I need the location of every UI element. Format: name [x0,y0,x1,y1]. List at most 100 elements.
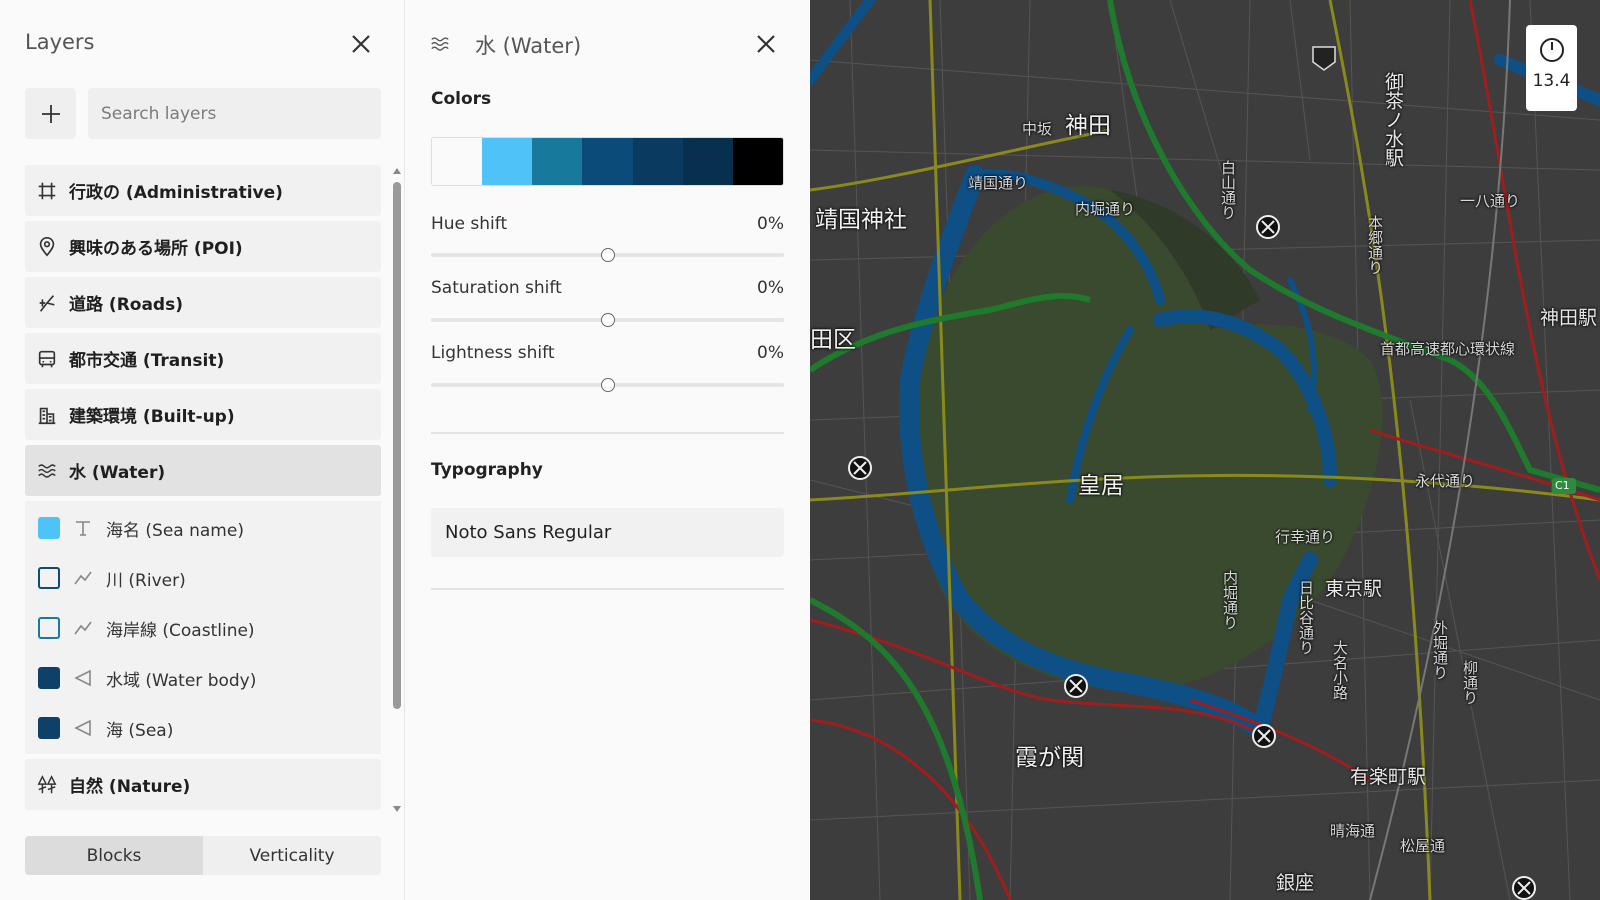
add-layer-button[interactable] [25,88,76,139]
slider-knob[interactable] [600,313,615,327]
close-icon [757,35,775,53]
bus-icon [35,347,59,371]
map-label-yasukuni-shrine: 靖国神社 [815,207,907,233]
map-label-shuto-expressway: 首都高速都心環状線 [1380,340,1516,358]
map-label-harumi-dori: 晴海通 [1330,822,1376,840]
layer-detail-panel: 水 (Water) Colors Hue shift 0% Saturation… [405,0,810,900]
sublayer-sea-name[interactable]: 海名 (Sea name) [25,503,381,553]
plus-icon [41,104,60,123]
layer-group-nature[interactable]: 自然 (Nature) [25,759,381,810]
color-swatch[interactable] [38,667,60,689]
scroll-down-icon[interactable] [393,806,401,812]
compass-icon[interactable] [1539,37,1565,63]
palette-color-stop[interactable] [582,138,633,185]
scroll-up-icon[interactable] [393,168,401,174]
map-label-chiyoda: 田区 [810,327,856,353]
lightness-shift-slider[interactable] [431,378,784,392]
hue-shift-label: Hue shift [431,214,508,234]
map-label-ochanomizu: 御茶ノ水駅 [1382,72,1404,167]
polygon-icon [72,717,94,739]
sublayer-coastline[interactable]: 海岸線 (Coastline) [25,603,381,653]
palette-color-stop[interactable] [432,138,483,185]
map-label-imperial-palace: 皇居 [1078,473,1124,499]
layers-title: Layers [25,30,95,54]
map-pin-icon [35,235,59,259]
typography-heading: Typography [431,460,543,480]
layers-close-button[interactable] [347,30,375,58]
layer-group-label: 行政の (Administrative) [69,183,283,203]
hue-shift-value: 0% [757,214,784,234]
layer-group-label: 興味のある場所 (POI) [69,239,243,259]
font-select[interactable]: Noto Sans Regular [431,508,784,557]
palette-color-stop[interactable] [682,138,733,185]
layer-list: 行政の (Administrative) 興味のある場所 (POI) 道路 (R… [25,165,381,815]
map-label-kasumigaseki: 霞が関 [1015,745,1084,771]
slider-knob[interactable] [600,378,615,392]
layer-group-water[interactable]: 水 (Water) [25,445,381,496]
saturation-shift-value: 0% [757,278,784,298]
color-swatch[interactable] [38,717,60,739]
waves-icon [431,37,449,51]
tree-icon [35,773,59,797]
sublayer-label: 川 (River) [106,570,186,591]
map-label-kanda-station: 神田駅 [1540,307,1598,329]
layer-group-administrative[interactable]: 行政の (Administrative) [25,165,381,216]
map-label-sotobori-dori: 外堀通り [1431,620,1449,680]
color-swatch[interactable] [38,517,60,539]
polygon-icon [72,667,94,689]
map-label-gyoko-dori: 行幸通り [1275,528,1336,546]
palette-color-stop[interactable] [532,138,583,185]
palette-color-stop[interactable] [632,138,683,185]
search-layers-input[interactable] [88,88,381,139]
map-label-hakusan-dori: 白山通り [1219,160,1237,220]
saturation-shift-slider[interactable] [431,313,784,327]
layer-list-scrollbar[interactable] [392,165,402,815]
color-palette-bar[interactable] [431,137,784,186]
lightness-shift-value: 0% [757,343,784,363]
map-canvas[interactable] [810,0,1600,900]
colors-heading: Colors [431,89,492,109]
zoom-control[interactable]: 13.4 [1526,25,1577,111]
sublayer-label: 水域 (Water body) [106,670,257,691]
color-swatch[interactable] [38,567,60,589]
mode-verticality-button[interactable]: Verticality [203,836,381,875]
layer-group-label: 道路 (Roads) [69,295,183,315]
palette-color-stop[interactable] [732,138,783,185]
map-label-c1: C1 [1555,479,1570,492]
map-label-matsuya-dori: 松屋通 [1400,837,1446,855]
layer-group-label: 都市交通 (Transit) [69,351,225,371]
layer-group-transit[interactable]: 都市交通 (Transit) [25,333,381,384]
buildings-icon [35,403,59,427]
scrollbar-thumb[interactable] [393,182,401,709]
detail-close-button[interactable] [752,30,780,58]
sublayer-river[interactable]: 川 (River) [25,553,381,603]
slider-knob[interactable] [600,248,615,262]
map-label-daimyo-koji: 大名小路 [1331,640,1349,700]
sublayer-label: 海名 (Sea name) [106,520,244,541]
sublayer-label: 海岸線 (Coastline) [106,620,255,641]
palette-color-stop[interactable] [482,138,533,185]
layer-group-label: 自然 (Nature) [69,777,191,797]
saturation-shift-label: Saturation shift [431,278,562,298]
waves-icon [35,459,59,483]
map-view[interactable]: 神田 中坂 靖国神社 田区 皇居 東京駅 霞が関 有楽町駅 銀座 神田駅 御茶ノ… [810,0,1600,900]
map-label-kanda: 神田 [1065,113,1111,139]
map-label-hibiya-dori: 日比谷通り [1297,580,1315,655]
color-swatch[interactable] [38,617,60,639]
line-icon [72,567,94,589]
hue-shift-slider[interactable] [431,248,784,262]
sublayer-sea[interactable]: 海 (Sea) [25,703,381,753]
water-sublayers: 海名 (Sea name) 川 (River) 海岸線 (Coastline) [25,501,381,754]
map-label-yasukuni-dori: 靖国通り [968,174,1029,192]
map-label-ginza: 銀座 [1276,872,1315,894]
close-icon [352,35,370,53]
sublayer-water-body[interactable]: 水域 (Water body) [25,653,381,703]
section-divider [431,588,784,590]
mode-blocks-button[interactable]: Blocks [25,836,203,875]
layer-group-label: 建築環境 (Built-up) [69,407,235,427]
layers-panel: Layers 行政の (Administrative) 興味のある場所 (POI… [0,0,405,900]
layer-group-roads[interactable]: 道路 (Roads) [25,277,381,328]
lightness-shift-label: Lightness shift [431,343,555,363]
layer-group-poi[interactable]: 興味のある場所 (POI) [25,221,381,272]
layer-group-built-up[interactable]: 建築環境 (Built-up) [25,389,381,440]
